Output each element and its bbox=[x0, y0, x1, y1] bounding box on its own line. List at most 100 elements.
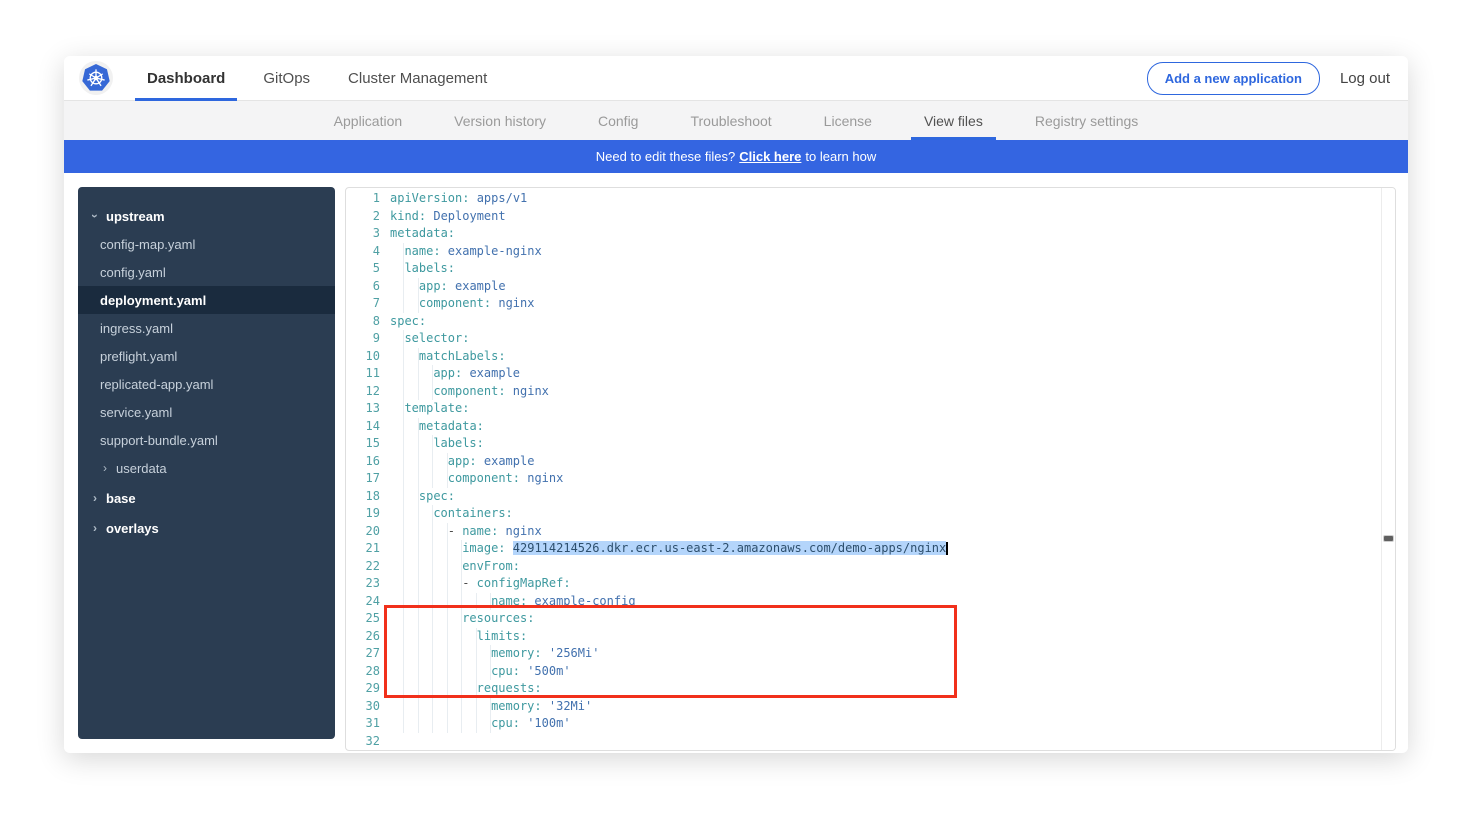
indent-guide bbox=[390, 243, 404, 261]
tab-registry-settings[interactable]: Registry settings bbox=[1022, 101, 1151, 140]
tab-view-files[interactable]: View files bbox=[911, 101, 996, 140]
code-line-1[interactable]: 1apiVersion: apps/v1 bbox=[346, 190, 1381, 208]
indent-guide bbox=[404, 505, 418, 523]
editor-scrollbar-track[interactable] bbox=[1381, 188, 1395, 750]
code-line-23[interactable]: 23- configMapRef: bbox=[346, 575, 1381, 593]
tab-troubleshoot[interactable]: Troubleshoot bbox=[677, 101, 784, 140]
code-line-22[interactable]: 22envFrom: bbox=[346, 558, 1381, 576]
indent-guide bbox=[404, 663, 418, 681]
text-cursor bbox=[946, 542, 948, 555]
indent-guide bbox=[390, 400, 404, 418]
tree-file-config-yaml[interactable]: config.yaml bbox=[78, 258, 335, 286]
code-token: example-config bbox=[527, 594, 635, 608]
code-line-18[interactable]: 18spec: bbox=[346, 488, 1381, 506]
code-line-31[interactable]: 31cpu: '100m' bbox=[346, 715, 1381, 733]
tab-version-history[interactable]: Version history bbox=[441, 101, 559, 140]
tree-folder-upstream[interactable]: ›upstream bbox=[78, 202, 335, 230]
editor-scrollbar-thumb[interactable] bbox=[1384, 536, 1393, 541]
code-line-12[interactable]: 12component: nginx bbox=[346, 383, 1381, 401]
code-line-15[interactable]: 15labels: bbox=[346, 435, 1381, 453]
code-token: configMapRef: bbox=[477, 576, 571, 590]
tree-file-deployment-yaml[interactable]: deployment.yaml bbox=[78, 286, 335, 314]
code-line-3[interactable]: 3metadata: bbox=[346, 225, 1381, 243]
indent-guide bbox=[404, 418, 418, 436]
code-line-5[interactable]: 5labels: bbox=[346, 260, 1381, 278]
code-line-28[interactable]: 28cpu: '500m' bbox=[346, 663, 1381, 681]
line-number: 27 bbox=[346, 645, 380, 663]
code-token bbox=[506, 541, 513, 555]
code-line-16[interactable]: 16app: example bbox=[346, 453, 1381, 471]
top-header: Dashboard GitOps Cluster Management Add a … bbox=[64, 56, 1408, 101]
code-line-11[interactable]: 11app: example bbox=[346, 365, 1381, 383]
code-line-32[interactable]: 32 bbox=[346, 733, 1381, 751]
code-line-7[interactable]: 7component: nginx bbox=[346, 295, 1381, 313]
indent-guide bbox=[404, 453, 418, 471]
line-number: 9 bbox=[346, 330, 380, 348]
code-token: component: bbox=[433, 384, 505, 398]
code-line-9[interactable]: 9selector: bbox=[346, 330, 1381, 348]
tree-item-label: upstream bbox=[106, 209, 165, 224]
tree-file-service-yaml[interactable]: service.yaml bbox=[78, 398, 335, 426]
tree-file-support-bundle-yaml[interactable]: support-bundle.yaml bbox=[78, 426, 335, 454]
code-line-14[interactable]: 14metadata: bbox=[346, 418, 1381, 436]
tree-item-label: base bbox=[106, 491, 136, 506]
code-line-30[interactable]: 30memory: '32Mi' bbox=[346, 698, 1381, 716]
tree-folder-overlays[interactable]: ›overlays bbox=[78, 514, 335, 542]
line-number: 22 bbox=[346, 558, 380, 576]
code-line-27[interactable]: 27memory: '256Mi' bbox=[346, 645, 1381, 663]
indent-guide bbox=[390, 278, 404, 296]
indent-guide bbox=[433, 715, 447, 733]
logout-link[interactable]: Log out bbox=[1340, 70, 1390, 87]
indent-guide bbox=[433, 575, 447, 593]
code-line-4[interactable]: 4name: example-nginx bbox=[346, 243, 1381, 261]
tree-file-preflight-yaml[interactable]: preflight.yaml bbox=[78, 342, 335, 370]
indent-guide bbox=[419, 453, 433, 471]
yaml-editor[interactable]: 1apiVersion: apps/v12kind: Deployment3me… bbox=[345, 187, 1396, 751]
line-number: 30 bbox=[346, 698, 380, 716]
line-number: 5 bbox=[346, 260, 380, 278]
code-line-17[interactable]: 17component: nginx bbox=[346, 470, 1381, 488]
code-line-6[interactable]: 6app: example bbox=[346, 278, 1381, 296]
tree-folder-userdata[interactable]: ›userdata bbox=[78, 454, 335, 482]
indent-guide bbox=[419, 575, 433, 593]
code-token: app: bbox=[448, 454, 477, 468]
code-area[interactable]: 1apiVersion: apps/v12kind: Deployment3me… bbox=[346, 190, 1381, 750]
tree-file-replicated-app-yaml[interactable]: replicated-app.yaml bbox=[78, 370, 335, 398]
code-line-8[interactable]: 8spec: bbox=[346, 313, 1381, 331]
code-line-29[interactable]: 29requests: bbox=[346, 680, 1381, 698]
line-number: 26 bbox=[346, 628, 380, 646]
tab-config[interactable]: Config bbox=[585, 101, 651, 140]
code-token: containers: bbox=[433, 506, 512, 520]
code-line-10[interactable]: 10matchLabels: bbox=[346, 348, 1381, 366]
nav-item-cluster-management[interactable]: Cluster Management bbox=[336, 56, 499, 100]
indent-guide bbox=[477, 663, 491, 681]
indent-guide bbox=[433, 453, 447, 471]
indent-guide bbox=[433, 680, 447, 698]
add-application-button[interactable]: Add a new application bbox=[1147, 62, 1320, 95]
chevron-right-icon: › bbox=[90, 521, 100, 535]
tree-file-config-map-yaml[interactable]: config-map.yaml bbox=[78, 230, 335, 258]
nav-item-gitops[interactable]: GitOps bbox=[251, 56, 322, 100]
tree-file-ingress-yaml[interactable]: ingress.yaml bbox=[78, 314, 335, 342]
code-line-20[interactable]: 20- name: nginx bbox=[346, 523, 1381, 541]
code-line-25[interactable]: 25resources: bbox=[346, 610, 1381, 628]
indent-guide bbox=[404, 435, 418, 453]
code-line-13[interactable]: 13template: bbox=[346, 400, 1381, 418]
tab-application[interactable]: Application bbox=[321, 101, 416, 140]
indent-guide bbox=[404, 558, 418, 576]
code-line-21[interactable]: 21image: 429114214526.dkr.ecr.us-east-2.… bbox=[346, 540, 1381, 558]
banner-click-here-link[interactable]: Click here bbox=[739, 149, 801, 164]
code-line-19[interactable]: 19containers: bbox=[346, 505, 1381, 523]
tab-license[interactable]: License bbox=[811, 101, 885, 140]
nav-item-dashboard[interactable]: Dashboard bbox=[135, 56, 237, 100]
code-line-24[interactable]: 24name: example-config bbox=[346, 593, 1381, 611]
code-line-26[interactable]: 26limits: bbox=[346, 628, 1381, 646]
indent-guide bbox=[419, 365, 433, 383]
code-line-2[interactable]: 2kind: Deployment bbox=[346, 208, 1381, 226]
indent-guide bbox=[448, 610, 462, 628]
indent-guide bbox=[448, 715, 462, 733]
indent-guide bbox=[404, 680, 418, 698]
indent-guide bbox=[448, 645, 462, 663]
chevron-right-icon: › bbox=[90, 491, 100, 505]
tree-folder-base[interactable]: › base bbox=[78, 484, 335, 512]
